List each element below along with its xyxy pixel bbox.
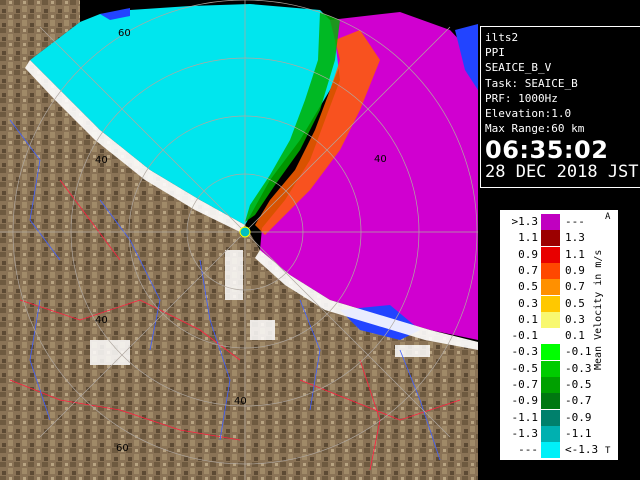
legend-row: 0.3 0.5	[503, 295, 600, 313]
legend-upper-bound: 0.3	[565, 312, 585, 326]
legend-lower-bound: -1.1	[511, 410, 539, 424]
legend-title: Mean Velocity in m/s	[593, 249, 604, 370]
legend-row: 0.5 0.7	[503, 279, 600, 296]
legend-swatch	[541, 246, 560, 263]
legend-row: --- <-1.3	[503, 442, 600, 459]
legend-upper-bound: -0.5	[565, 378, 592, 391]
legend-upper-bound: -0.7	[565, 394, 592, 408]
legend-lower-bound: ---	[518, 443, 538, 457]
range-label: 40	[95, 155, 108, 166]
legend-upper-bound: <-1.3	[565, 443, 599, 457]
color-legend: A >1.3 --- 1.1 1.3 0.9 1.1 0.7 0.9 0.5 0.7 0.3 0.5 0…	[499, 209, 619, 461]
legend-upper-bound: 0.1	[565, 329, 585, 343]
product-type: PPI	[485, 46, 505, 60]
legend-row: >1.3 ---	[503, 214, 600, 231]
legend-row: -0.5 -0.3	[503, 360, 600, 378]
legend-swatch	[541, 262, 560, 279]
product-name: SEAICE_B_V	[485, 61, 552, 75]
legend-lower-bound: -0.3	[511, 345, 539, 359]
legend-row: -0.1 0.1	[503, 328, 600, 345]
legend-lower-bound: 0.3	[518, 296, 538, 310]
legend-swatch	[541, 409, 560, 426]
legend-row: -1.3 -1.1	[503, 425, 600, 443]
legend-upper-bound: 0.5	[565, 296, 585, 310]
info-panel: ilts2 PPI SEAICE_B_V Task: SEAICE_B PRF:…	[480, 26, 640, 188]
legend-upper-bound: -1.1	[565, 426, 592, 440]
legend-swatch	[541, 393, 560, 410]
legend-upper-bound: -0.1	[565, 345, 592, 359]
legend-swatch	[541, 344, 560, 361]
legend-upper-bound: ---	[565, 215, 585, 228]
legend-upper-bound: 0.9	[565, 263, 585, 277]
legend-upper-bound: 1.1	[565, 247, 585, 261]
observation-time: 06:35:02	[485, 136, 609, 165]
legend-swatch	[541, 360, 560, 377]
legend-row: -0.7 -0.5	[503, 377, 600, 394]
legend-upper-bound: -0.3	[565, 361, 592, 375]
legend-swatch	[541, 377, 560, 393]
range-label: 60	[118, 28, 131, 39]
elevation-value: Elevation:1.0	[485, 107, 572, 121]
legend-row: 0.1 0.3	[503, 311, 600, 329]
legend-swatch	[541, 311, 560, 328]
prf-value: PRF: 1000Hz	[485, 91, 558, 105]
radar-site-marker	[239, 226, 251, 238]
range-label: 40	[374, 154, 387, 165]
legend-lower-bound: -0.7	[511, 378, 539, 391]
legend-lower-bound: -0.5	[511, 361, 539, 375]
legend-row: -0.3 -0.1	[503, 344, 600, 361]
legend-swatch	[541, 230, 560, 247]
legend-row: -1.1 -0.9	[503, 409, 600, 427]
legend-lower-bound: -1.3	[511, 426, 539, 440]
task-name: Task: SEAICE_B	[485, 76, 578, 90]
legend-lower-bound: 0.1	[518, 312, 538, 326]
legend-row: -0.9 -0.7	[503, 393, 600, 410]
legend-row: 1.1 1.3	[503, 230, 600, 247]
legend-lower-bound: 1.1	[518, 231, 538, 245]
legend-lower-bound: -0.9	[511, 394, 539, 408]
legend-swatch	[541, 425, 560, 442]
legend-upper-bound: -0.9	[565, 410, 592, 424]
legend-swatch	[541, 328, 560, 345]
legend-lower-bound: 0.5	[518, 280, 538, 294]
range-label: 40	[234, 396, 247, 407]
range-label: 60	[116, 443, 129, 454]
legend-swatch	[541, 214, 560, 230]
legend-lower-bound: >1.3	[511, 215, 539, 228]
legend-lower-bound: -0.1	[511, 329, 539, 343]
legend-upper-bound: 1.3	[565, 231, 585, 245]
legend-lower-bound: 0.7	[518, 263, 538, 277]
observation-date: 28 DEC 2018 JST	[485, 162, 639, 183]
snow-patch	[225, 250, 243, 300]
max-range-value: Max Range:60 km	[485, 122, 585, 136]
legend-swatch	[541, 442, 560, 459]
legend-swatch	[541, 279, 560, 296]
range-label: 40	[95, 315, 108, 326]
snow-patch	[90, 340, 130, 365]
legend-upper-bound: 0.7	[565, 280, 585, 294]
legend-swatch	[541, 295, 560, 312]
legend-corner-a: A	[605, 212, 611, 222]
legend-row: 0.7 0.9	[503, 262, 600, 280]
site-name: ilts2	[485, 31, 519, 44]
legend-row: 0.9 1.1	[503, 246, 600, 264]
snow-patch	[250, 320, 275, 340]
legend-corner-t: T	[605, 446, 611, 456]
legend-lower-bound: 0.9	[518, 247, 538, 261]
